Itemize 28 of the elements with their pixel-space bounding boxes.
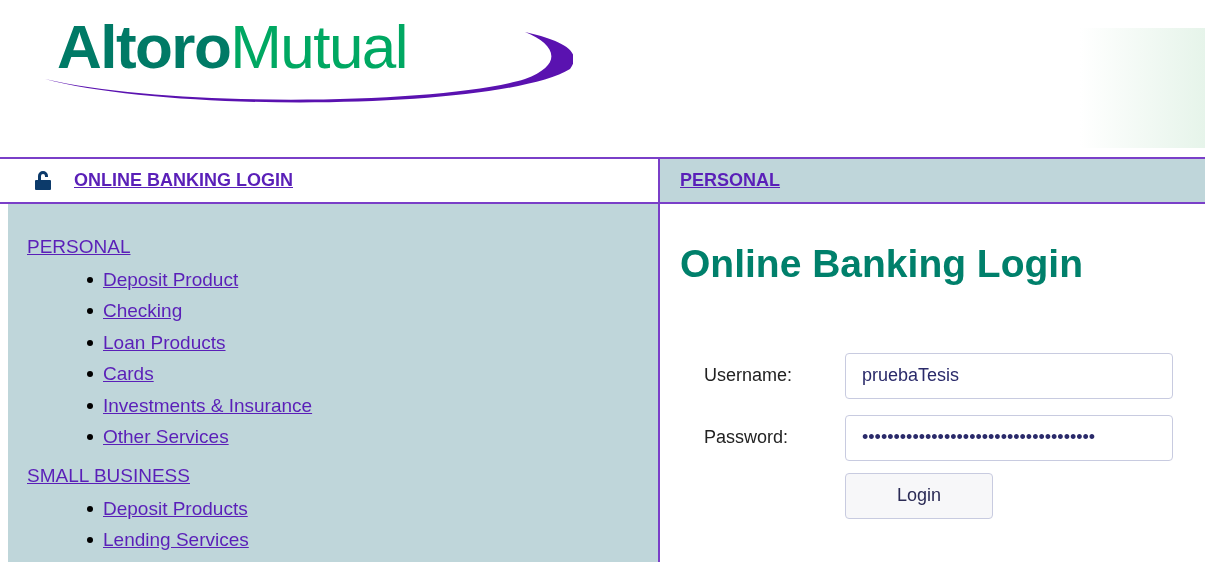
bullet-icon [87, 371, 93, 378]
sidebar-link[interactable]: Deposit Product [103, 265, 239, 294]
sidebar-link[interactable]: Checking [103, 297, 183, 326]
field-label: Username: [704, 364, 794, 388]
bullet-icon [87, 537, 93, 544]
bullet-icon [87, 434, 93, 441]
bullet-icon [87, 308, 93, 315]
bullet-icon [87, 402, 93, 409]
sidebar-link[interactable]: Lending Services [103, 526, 249, 555]
sidebar-section-link[interactable]: SMALL BUSINESS [27, 465, 190, 486]
padlock-icon [34, 170, 52, 191]
login-button[interactable]: Login [845, 472, 993, 519]
bullet-icon [87, 505, 93, 512]
logo-text: AltoroMutual [57, 12, 407, 81]
sidebar-section-link[interactable]: PERSONAL [27, 236, 131, 257]
field-label: Password: [704, 426, 790, 450]
bullet-icon [87, 276, 93, 283]
sidebar-link[interactable]: Deposit Products [103, 494, 248, 523]
input-field[interactable]: ••••••••••••••••••••••••••••••••••••• [845, 414, 1173, 461]
online-banking-login-link[interactable]: ONLINE BANKING LOGIN [74, 167, 293, 194]
sidebar-link[interactable]: Other Services [103, 423, 229, 452]
bullet-icon [87, 339, 93, 346]
sidebar-link[interactable]: Cards [103, 360, 154, 389]
sidebar-link[interactable]: Loan Products [103, 328, 226, 357]
page-title: Online Banking Login [680, 241, 1084, 287]
personal-link[interactable]: PERSONAL [680, 167, 780, 194]
sidebar-link[interactable]: Investments & Insurance [103, 391, 313, 420]
input-field[interactable]: pruebaTesis [845, 352, 1173, 399]
